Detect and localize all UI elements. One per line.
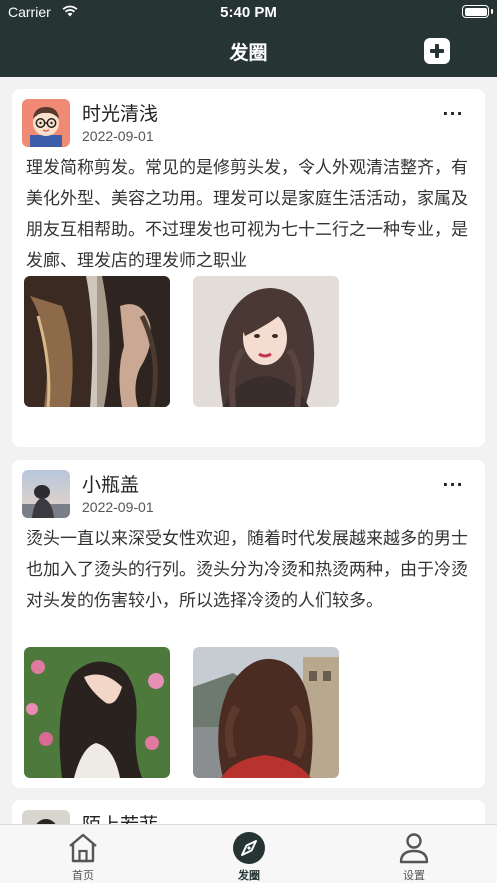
post-photo[interactable] xyxy=(24,647,170,778)
post-date: 2022-09-01 xyxy=(82,499,154,515)
compass-icon xyxy=(233,832,265,864)
tab-label: 发圈 xyxy=(238,869,260,882)
post-photo[interactable] xyxy=(193,276,339,407)
post-date: 2022-09-01 xyxy=(82,128,154,144)
more-options-button[interactable]: ··· xyxy=(441,106,465,125)
post-text: 理发简称剪发。常见的是修剪头发，令人外观清洁整齐，有美化外型、美容之功用。理发可… xyxy=(26,158,468,271)
post-photo[interactable] xyxy=(24,276,170,407)
post-card: 陌上若菲 xyxy=(12,800,485,824)
tab-label: 首页 xyxy=(72,869,94,882)
avatar[interactable] xyxy=(22,99,70,147)
post-text: 烫头一直以来深受女性欢迎，随着时代发展越来越多的男士也加入了烫头的行列。烫头分为… xyxy=(26,529,468,611)
tab-moments[interactable]: 发圈 xyxy=(209,831,289,883)
battery-icon xyxy=(462,5,489,18)
user-name[interactable]: 陌上若菲 xyxy=(82,810,158,824)
battery-cap xyxy=(491,9,493,14)
post-photo[interactable] xyxy=(193,647,339,778)
header: Carrier 5:40 PM 发圈 xyxy=(0,0,497,77)
user-name[interactable]: 时光清浅 xyxy=(82,99,158,126)
home-icon xyxy=(69,833,97,863)
add-post-button[interactable] xyxy=(424,38,450,64)
more-options-button[interactable]: ··· xyxy=(441,477,465,496)
avatar[interactable] xyxy=(22,470,70,518)
avatar[interactable] xyxy=(22,810,70,824)
tab-bar: 首页 发圈 设置 xyxy=(0,824,497,883)
post-card: 时光清浅 2022-09-01 ··· 理发简称剪发。常见的是修剪头发，令人外观… xyxy=(12,89,485,447)
post-feed[interactable]: 时光清浅 2022-09-01 ··· 理发简称剪发。常见的是修剪头发，令人外观… xyxy=(0,77,497,824)
tab-settings[interactable]: 设置 xyxy=(374,831,454,883)
tab-label: 设置 xyxy=(403,869,425,882)
post-card: 小瓶盖 2022-09-01 ··· 烫头一直以来深受女性欢迎，随着时代发展越来… xyxy=(12,460,485,788)
page-title: 发圈 xyxy=(229,42,268,64)
status-bar: Carrier 5:40 PM xyxy=(0,0,497,25)
user-icon xyxy=(399,833,429,864)
status-time: 5:40 PM xyxy=(220,4,277,21)
tab-home[interactable]: 首页 xyxy=(43,831,123,883)
user-name[interactable]: 小瓶盖 xyxy=(82,470,139,497)
